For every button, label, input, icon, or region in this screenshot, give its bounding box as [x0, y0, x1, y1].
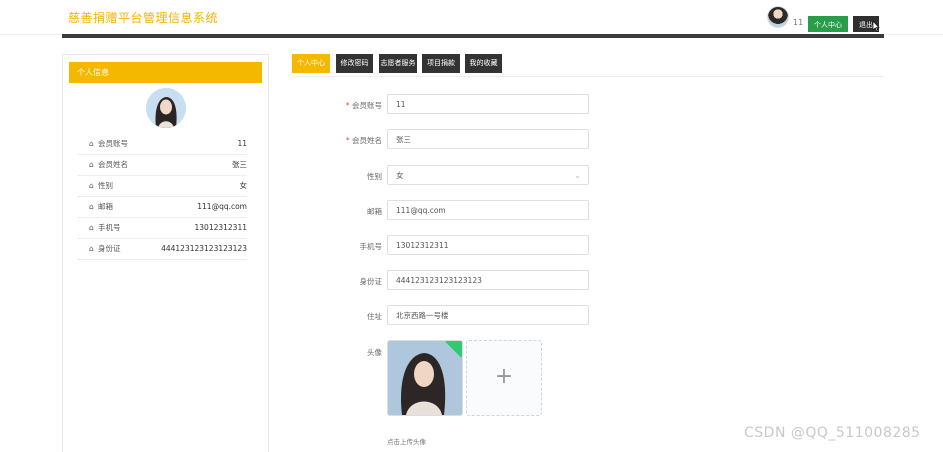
label-address: 住址 [367, 312, 382, 321]
idcard-input[interactable]: 444123123123123123 [387, 270, 589, 290]
gender-select[interactable]: 女 ⌄ [387, 165, 589, 185]
name-input[interactable]: 张三 [387, 129, 589, 149]
info-row-idcard: ⌂ 身份证 444123123123123123 [77, 239, 247, 260]
tab-favorites[interactable]: 我的收藏 [465, 54, 502, 73]
email-input[interactable]: 111@qq.com [387, 200, 589, 220]
avatar-photo-icon [146, 88, 186, 128]
home-icon: ⌂ [89, 223, 94, 232]
account-input[interactable]: 11 [387, 94, 589, 114]
chevron-down-icon: ⌄ [574, 171, 581, 180]
home-icon: ⌂ [89, 244, 94, 253]
info-row-gender: ⌂ 性别 女 [77, 176, 247, 197]
header-divider-bar [62, 34, 884, 38]
tab-change-password[interactable]: 修改密码 [336, 54, 373, 73]
label-phone: 手机号 [359, 242, 383, 251]
info-row-email: ⌂ 邮箱 111@qq.com [77, 197, 247, 218]
home-icon: ⌂ [89, 139, 94, 148]
card-avatar [146, 88, 186, 128]
address-input[interactable]: 北京西路一号楼 [387, 305, 589, 325]
home-icon: ⌂ [89, 202, 94, 211]
uploaded-avatar-image[interactable] [387, 340, 463, 416]
top-username: 11 [793, 18, 804, 27]
watermark-text: CSDN @QQ_511008285 [744, 425, 921, 441]
home-icon: ⌂ [89, 160, 94, 169]
label-gender: 性别 [367, 172, 382, 181]
upload-add-button[interactable]: + [466, 340, 542, 416]
tab-underline [292, 76, 884, 77]
label-email: 邮箱 [367, 207, 382, 216]
label-name: * 会员姓名 [345, 136, 382, 145]
upload-hint: 点击上传头像 [387, 438, 426, 446]
tab-donation[interactable]: 项目捐款 [422, 54, 460, 73]
tab-volunteer[interactable]: 志愿者服务 [379, 54, 417, 73]
user-avatar[interactable] [767, 6, 789, 28]
top-header: 慈善捐赠平台管理信息系统 11 个人中心 退出 [0, 0, 943, 35]
tab-profile[interactable]: 个人中心 [292, 54, 330, 73]
label-account: * 会员账号 [345, 101, 382, 110]
label-idcard: 身份证 [359, 277, 383, 286]
profile-center-button[interactable]: 个人中心 [808, 16, 848, 32]
card-heading: 个人信息 [69, 62, 262, 83]
app-title: 慈善捐赠平台管理信息系统 [68, 11, 219, 25]
phone-input[interactable]: 13012312311 [387, 235, 589, 255]
mouse-cursor-icon [872, 20, 880, 32]
avatar-photo-icon [388, 341, 462, 415]
info-row-name: ⌂ 会员姓名 张三 [77, 155, 247, 176]
label-avatar: 头像 [367, 348, 382, 357]
info-row-phone: ⌂ 手机号 13012312311 [77, 218, 247, 239]
info-row-account: ⌂ 会员账号 11 [77, 134, 247, 155]
home-icon: ⌂ [89, 181, 94, 190]
profile-info-card: 个人信息 ⌂ 会员账号 11 ⌂ 会员姓名 张三 ⌂ 性别 女 ⌂ 邮箱 111@qq.… [62, 54, 269, 452]
